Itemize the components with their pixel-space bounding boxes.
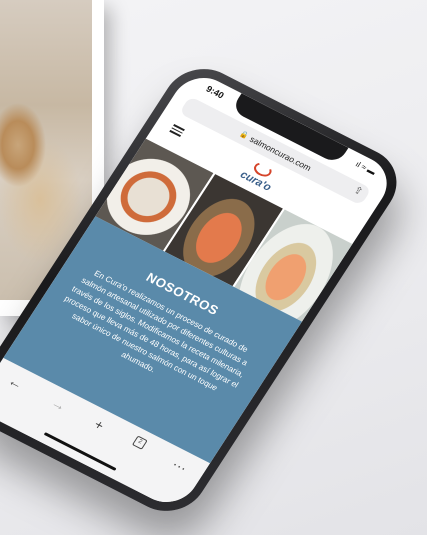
more-icon[interactable]: ··· bbox=[169, 456, 190, 476]
tabs-icon[interactable]: 2 bbox=[131, 435, 148, 450]
status-icons: ıl ≈ ▬ bbox=[353, 159, 378, 177]
home-indicator bbox=[43, 432, 117, 471]
hamburger-menu-icon[interactable] bbox=[168, 122, 186, 138]
share-icon[interactable]: ⇪ bbox=[351, 185, 365, 198]
lock-icon: 🔒 bbox=[238, 130, 250, 141]
back-icon[interactable]: ← bbox=[5, 372, 26, 392]
new-tab-icon[interactable]: + bbox=[91, 416, 107, 433]
status-time: 9:40 bbox=[204, 83, 226, 101]
forward-icon[interactable]: → bbox=[48, 394, 69, 414]
